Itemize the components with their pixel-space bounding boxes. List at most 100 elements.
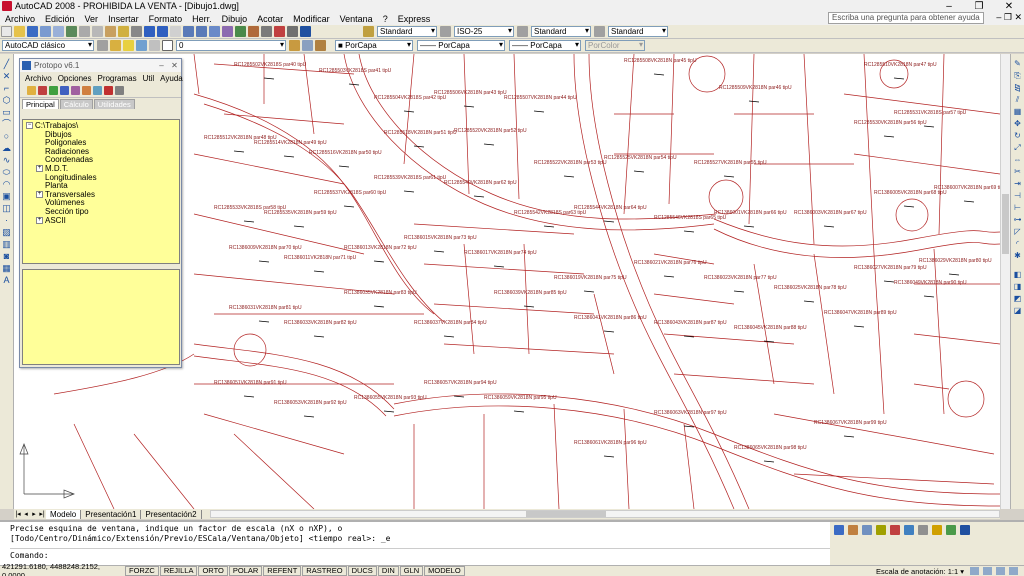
menu-acotar[interactable]: Acotar [252, 14, 288, 24]
lwt-toggle[interactable]: GLN [399, 566, 424, 576]
protopo-settings-icon[interactable] [93, 86, 102, 95]
construction-line-icon[interactable]: ✕ [2, 71, 12, 81]
protopo-window[interactable]: Protopo v6.1 – ✕ Archivo Opciones Progra… [19, 58, 183, 368]
color-select[interactable]: ■ PorCapa [335, 40, 413, 51]
quickcalc-icon[interactable] [287, 26, 298, 37]
osnap-icon[interactable] [890, 525, 900, 535]
save-icon[interactable] [27, 26, 38, 37]
arc-icon[interactable]: ⌒ [2, 119, 12, 129]
menu-herr[interactable]: Herr. [187, 14, 217, 24]
gradient-icon[interactable]: ▥ [2, 239, 12, 249]
polyline-icon[interactable]: ⌐ [2, 83, 12, 93]
dyn-toggle[interactable]: DIN [377, 566, 399, 576]
open-icon[interactable] [14, 26, 25, 37]
layer-freeze-icon[interactable] [136, 40, 147, 51]
text-style-select[interactable]: Standard [377, 26, 437, 37]
layer-isolate-icon[interactable]: ◩ [1013, 294, 1023, 304]
otrack-toggle[interactable]: RASTREO [302, 566, 347, 576]
menu-formato[interactable]: Formato [144, 14, 188, 24]
close-button[interactable]: ✕ [994, 1, 1024, 12]
ucs-icon[interactable] [904, 525, 914, 535]
move-icon[interactable]: ✥ [1013, 119, 1023, 129]
ellipse-arc-icon[interactable]: ◠ [2, 179, 12, 189]
protopo-menu-util[interactable]: Util [140, 74, 158, 83]
make-block-icon[interactable]: ◫ [2, 203, 12, 213]
extend-icon[interactable]: ⇥ [1013, 179, 1023, 189]
protopo-titlebar[interactable]: Protopo v6.1 – ✕ [20, 59, 181, 72]
model-toggle[interactable]: MODELO [424, 566, 465, 576]
fillet-icon[interactable]: ◜ [1013, 239, 1023, 249]
polygon-icon[interactable]: ⬡ [2, 95, 12, 105]
auto-scale-icon[interactable] [983, 567, 992, 575]
protopo-menu-programas[interactable]: Programas [94, 74, 139, 83]
menu-archivo[interactable]: Archivo [0, 14, 40, 24]
tab-presentacion1[interactable]: Presentación1 [81, 509, 142, 519]
protopo-menu-opciones[interactable]: Opciones [55, 74, 95, 83]
stretch-icon[interactable]: ⇔ [1013, 155, 1023, 165]
copy-icon[interactable] [92, 26, 103, 37]
ellipse-icon[interactable]: ⬭ [2, 167, 12, 177]
save-as-icon[interactable] [834, 525, 844, 535]
erase-icon[interactable]: ✎ [1013, 59, 1023, 69]
protopo-delete-icon[interactable] [38, 86, 47, 95]
trim-icon[interactable]: ✂ [1013, 167, 1023, 177]
protopo-tab-principal[interactable]: Principal [22, 99, 59, 109]
menu-ventana[interactable]: Ventana [335, 14, 378, 24]
mleader-style-select[interactable]: Standard [608, 26, 668, 37]
protopo-grid-icon[interactable] [60, 86, 69, 95]
protopo-layers-icon[interactable] [71, 86, 80, 95]
revision-cloud-icon[interactable]: ☁ [2, 143, 12, 153]
protopo-chart-icon[interactable] [82, 86, 91, 95]
sheet-set-icon[interactable] [261, 26, 272, 37]
osnap-toggle[interactable]: REFENT [263, 566, 302, 576]
layout-icon[interactable] [848, 525, 858, 535]
mirror-icon[interactable]: ⧎ [1013, 83, 1023, 93]
view-icon[interactable] [918, 525, 928, 535]
protopo-star-icon[interactable] [104, 86, 113, 95]
help-icon[interactable] [300, 26, 311, 37]
point-icon[interactable]: · [2, 215, 12, 225]
snap-toggle[interactable]: FORZC [125, 566, 159, 576]
zoom-window-icon[interactable] [196, 26, 207, 37]
properties-icon[interactable] [222, 26, 233, 37]
zoom-previous-icon[interactable] [209, 26, 220, 37]
layer-merge-icon[interactable]: ◪ [1013, 306, 1023, 316]
plot-icon[interactable] [40, 26, 51, 37]
chamfer-icon[interactable]: ◸ [1013, 227, 1023, 237]
redo-icon[interactable] [157, 26, 168, 37]
menu-edicion[interactable]: Edición [40, 14, 80, 24]
protopo-menu-archivo[interactable]: Archivo [22, 74, 55, 83]
doc-window-controls[interactable]: – ❐ ✕ [996, 12, 1022, 23]
protopo-close-button[interactable]: ✕ [168, 61, 181, 70]
join-icon[interactable]: ⊶ [1013, 215, 1023, 225]
workspace-select[interactable]: AutoCAD clásico [2, 40, 94, 51]
grid-toggle[interactable]: REJILLA [159, 566, 198, 576]
first-tab-icon[interactable]: |◂ [14, 510, 22, 518]
command-prompt[interactable]: Comando: [10, 548, 830, 561]
layer-walk-icon[interactable]: ◨ [1013, 282, 1023, 292]
paste-icon[interactable] [105, 26, 116, 37]
protopo-run-icon[interactable] [49, 86, 58, 95]
hatch-icon[interactable]: ▨ [2, 227, 12, 237]
protopo-minimize-button[interactable]: – [155, 61, 168, 70]
copy-object-icon[interactable]: ⎘ [1013, 71, 1023, 81]
break-icon[interactable]: ⊢ [1013, 203, 1023, 213]
linetype-select[interactable]: —— PorCapa [417, 40, 505, 51]
dim-style-select[interactable]: ISO-25 [454, 26, 514, 37]
horizontal-scrollbar[interactable] [209, 510, 1000, 518]
menu-help[interactable]: ? [378, 14, 393, 24]
workspace-settings-icon[interactable] [97, 40, 108, 51]
tab-modelo[interactable]: Modelo [46, 509, 82, 519]
publish-icon[interactable] [66, 26, 77, 37]
make-current-layer-icon[interactable] [289, 40, 300, 51]
pan-icon[interactable] [170, 26, 181, 37]
layer-select[interactable]: 0 [176, 40, 286, 51]
vertical-scrollbar[interactable] [1000, 54, 1010, 509]
insert-block-icon[interactable]: ▣ [2, 191, 12, 201]
array-icon[interactable]: ▦ [1013, 107, 1023, 117]
rectangle-icon[interactable]: ▭ [2, 107, 12, 117]
table-icon[interactable]: ▦ [2, 263, 12, 273]
maximize-button[interactable]: ❐ [964, 1, 994, 12]
markup-icon[interactable] [274, 26, 285, 37]
protopo-tab-calculo[interactable]: Cálculo [59, 99, 93, 109]
